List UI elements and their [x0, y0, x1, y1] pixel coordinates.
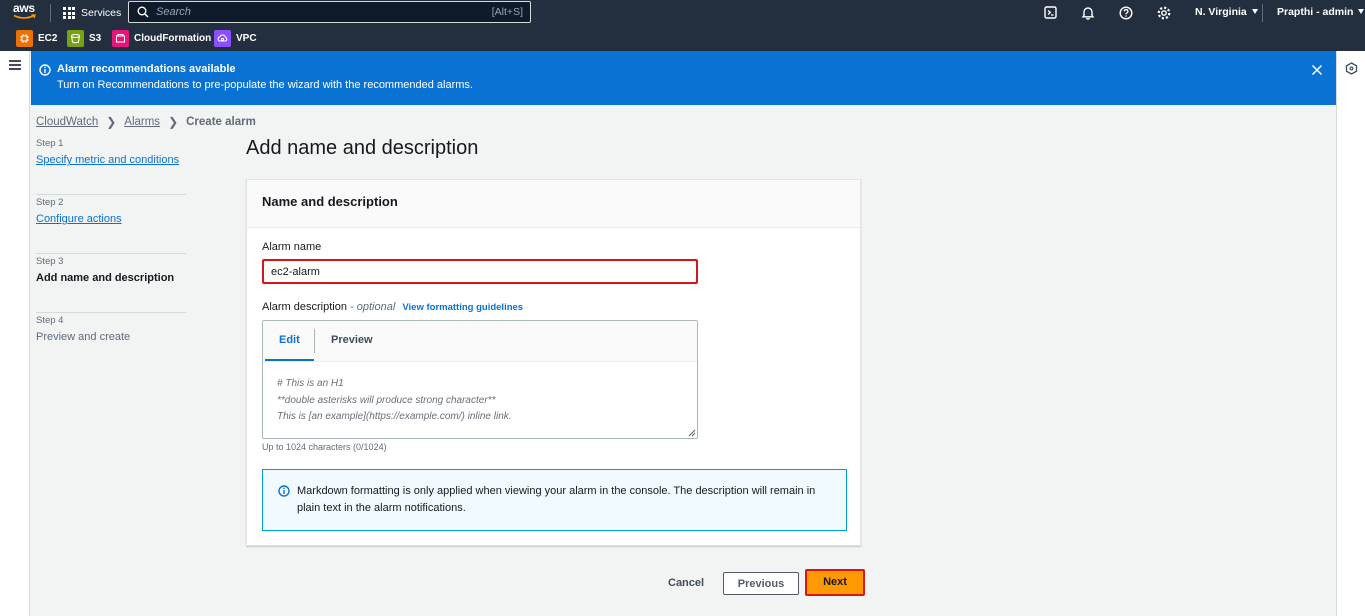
left-navigation-rail: [0, 51, 30, 616]
step-number: Step 3: [36, 256, 64, 267]
info-panel-icon[interactable]: [1345, 62, 1358, 75]
placeholder-line: # This is an H1: [277, 378, 344, 389]
alarm-recommendations-banner: Alarm recommendations available Turn on …: [31, 51, 1336, 105]
favorite-vpc[interactable]: VPC: [214, 30, 257, 47]
markdown-info-alert: Markdown formatting is only applied when…: [262, 469, 847, 531]
menu-icon[interactable]: [9, 60, 21, 70]
s3-icon: [67, 30, 84, 47]
optional-label: - optional: [350, 301, 396, 313]
page-title: Add name and description: [246, 137, 479, 159]
favorite-ec2[interactable]: EC2: [16, 30, 57, 47]
favorite-label: EC2: [38, 33, 58, 44]
account-label: Prapthi - admin: [1277, 6, 1354, 18]
container-header: Name and description: [247, 180, 860, 228]
description-textarea[interactable]: # This is an H1 **double asterisks will …: [277, 376, 512, 426]
previous-button[interactable]: Previous: [723, 572, 799, 595]
step-label-preview: Preview and create: [36, 331, 131, 343]
wizard-steps: Step 1 Specify metric and conditions Ste…: [36, 136, 186, 372]
region-label: N. Virginia: [1195, 6, 1247, 18]
next-button[interactable]: Next: [805, 569, 865, 596]
cloudformation-icon: [112, 30, 129, 47]
step-number: Step 1: [36, 138, 64, 149]
chevron-down-icon: [1358, 9, 1365, 14]
description-editor: Edit Preview # This is an H1 **double as…: [262, 320, 698, 439]
step-link-specify-metric[interactable]: Specify metric and conditions: [36, 154, 186, 166]
top-navigation: aws Services [Alt+S] N: [0, 0, 1365, 26]
banner-message: Turn on Recommendations to pre-populate …: [57, 79, 473, 91]
info-icon: [39, 64, 51, 76]
wizard-step-2: Step 2 Configure actions: [36, 197, 186, 254]
cancel-button[interactable]: Cancel: [668, 577, 704, 589]
placeholder-line: **double asterisks will produce strong c…: [277, 394, 496, 406]
chevron-right-icon: ❯: [168, 115, 179, 129]
search-bar[interactable]: [Alt+S]: [128, 1, 531, 23]
close-icon[interactable]: [1311, 64, 1323, 76]
info-icon: [278, 485, 290, 497]
step-divider: [36, 253, 186, 254]
search-shortcut: [Alt+S]: [491, 6, 523, 18]
favorite-cloudformation[interactable]: CloudFormation: [112, 30, 211, 47]
breadcrumb-current: Create alarm: [186, 116, 256, 128]
nav-divider: [1262, 4, 1263, 22]
wizard-step-1: Step 1 Specify metric and conditions: [36, 138, 186, 195]
aws-logo[interactable]: aws: [13, 2, 39, 22]
character-count: Up to 1024 characters (0/1024): [262, 442, 387, 452]
services-grid-icon: [63, 7, 75, 19]
breadcrumb-cloudwatch[interactable]: CloudWatch: [36, 116, 98, 128]
favorite-label: VPC: [236, 33, 257, 44]
settings-icon[interactable]: [1156, 5, 1172, 21]
active-tab-indicator: [265, 359, 314, 361]
ec2-icon: [16, 30, 33, 47]
step-divider: [36, 312, 186, 313]
formatting-guidelines-link[interactable]: View formatting guidelines: [402, 302, 523, 313]
favorite-label: CloudFormation: [134, 33, 212, 44]
notifications-icon[interactable]: [1080, 5, 1096, 21]
step-number: Step 2: [36, 197, 64, 208]
search-input[interactable]: [156, 6, 456, 18]
right-tools-rail: [1336, 51, 1365, 616]
step-link-configure-actions[interactable]: Configure actions: [36, 213, 186, 225]
services-menu-button[interactable]: Services: [63, 5, 121, 21]
alarm-description-label: Alarm description - optional View format…: [262, 301, 523, 313]
description-label-text: Alarm description: [262, 301, 347, 313]
vpc-icon: [214, 30, 231, 47]
resize-handle-icon[interactable]: [688, 429, 696, 437]
tab-preview[interactable]: Preview: [331, 334, 373, 346]
cloudshell-icon[interactable]: [1043, 5, 1059, 21]
alarm-name-input[interactable]: [262, 259, 698, 284]
step-divider: [36, 194, 186, 195]
aws-logo-text: aws: [13, 1, 35, 15]
tab-divider: [314, 329, 315, 353]
wizard-step-4: Step 4 Preview and create: [36, 315, 186, 372]
info-alert-text: Markdown formatting is only applied when…: [297, 485, 816, 514]
wizard-step-3: Step 3 Add name and description: [36, 256, 186, 313]
placeholder-line: This is [an example](https://example.com…: [277, 411, 512, 422]
step-number: Step 4: [36, 315, 64, 326]
search-icon: [137, 6, 149, 18]
favorites-bar: EC2 S3 CloudFormation VPC: [0, 26, 1365, 51]
account-menu[interactable]: Prapthi - admin: [1277, 6, 1365, 18]
next-button-label: Next: [807, 571, 863, 594]
editor-tabs: Edit Preview: [263, 321, 697, 362]
region-selector[interactable]: N. Virginia: [1195, 6, 1258, 18]
help-icon[interactable]: [1118, 5, 1134, 21]
nav-divider: [50, 4, 51, 22]
breadcrumb-alarms[interactable]: Alarms: [124, 116, 160, 128]
aws-smile-icon: [13, 14, 36, 19]
favorite-s3[interactable]: S3: [67, 30, 101, 47]
tab-edit[interactable]: Edit: [279, 334, 300, 346]
step-current-label: Add name and description: [36, 272, 175, 284]
breadcrumb: CloudWatch ❯ Alarms ❯ Create alarm: [36, 115, 256, 129]
alarm-name-label: Alarm name: [262, 241, 322, 253]
chevron-down-icon: [1251, 9, 1258, 14]
banner-title: Alarm recommendations available: [57, 63, 236, 75]
container-title: Name and description: [262, 194, 398, 209]
favorite-label: S3: [89, 33, 102, 44]
name-description-container: Name and description Alarm name Alarm de…: [246, 179, 861, 546]
services-label: Services: [81, 7, 122, 19]
chevron-right-icon: ❯: [106, 115, 117, 129]
